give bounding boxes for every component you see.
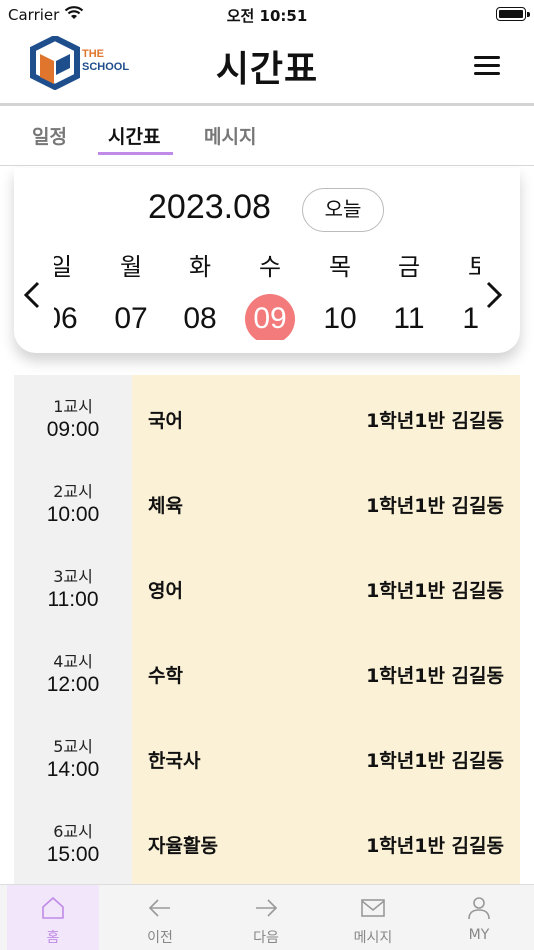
day-of-week: 월: [119, 253, 143, 281]
arrow-left-icon: [148, 899, 170, 917]
timetable-row[interactable]: 5교시 14:00 한국사 1학년1반 김길동: [14, 715, 520, 800]
day-strip: 일 06 월 07 화 08 수 09 목 10 금 11 토 12: [54, 250, 480, 340]
tab-schedule[interactable]: 일정: [32, 122, 67, 149]
day-tue[interactable]: 화 08: [170, 250, 230, 340]
period-label: 2교시: [53, 482, 93, 501]
chevron-right-icon[interactable]: [484, 280, 504, 310]
period-time: 15:00: [46, 843, 100, 866]
mail-icon: [361, 899, 385, 917]
timetable-row[interactable]: 4교시 12:00 수학 1학년1반 김길동: [14, 630, 520, 715]
timetable-row[interactable]: 6교시 15:00 자율활동 1학년1반 김길동: [14, 800, 520, 885]
month-label: 2023.08: [148, 188, 271, 226]
day-fri[interactable]: 금 11: [379, 250, 439, 340]
arrow-right-icon: [256, 899, 278, 917]
subject-name: 체육: [148, 495, 183, 517]
period-time: 11:00: [47, 588, 99, 611]
day-number: 10: [323, 302, 357, 335]
tabbar-prev[interactable]: 이전: [114, 885, 206, 950]
app-header: THE SCHOOL 시간표: [0, 28, 534, 104]
day-number: 12: [462, 302, 480, 335]
day-number: 07: [114, 302, 148, 335]
day-number-selected: 09: [245, 294, 295, 340]
tabbar-label: MY: [468, 927, 490, 943]
subject-name: 국어: [148, 410, 183, 432]
period-label: 6교시: [53, 822, 93, 841]
class-teacher: 1학년1반 김길동: [366, 665, 504, 687]
tab-active-indicator: [98, 152, 173, 155]
tabbar-messages[interactable]: 메시지: [327, 885, 419, 950]
period-time: 10:00: [46, 503, 100, 526]
period-time: 09:00: [46, 418, 100, 441]
page-title: 시간표: [215, 49, 319, 90]
day-sun[interactable]: 일 06: [54, 250, 91, 340]
subject-name: 수학: [148, 665, 183, 687]
period-label: 4교시: [53, 652, 93, 671]
tabbar-label: 다음: [253, 930, 279, 946]
class-teacher: 1학년1반 김길동: [366, 410, 504, 432]
day-mon[interactable]: 월 07: [101, 250, 161, 340]
period-time: 12:00: [46, 673, 100, 696]
tabbar-label: 이전: [147, 930, 173, 946]
day-number: 11: [393, 302, 425, 335]
person-icon: [468, 897, 490, 920]
timetable-row[interactable]: 1교시 09:00 국어 1학년1반 김길동: [14, 375, 520, 460]
tab-messages[interactable]: 메시지: [204, 122, 256, 149]
battery-icon: [496, 7, 530, 21]
tabbar-my[interactable]: MY: [433, 885, 525, 950]
day-number: 08: [183, 302, 217, 335]
day-thu[interactable]: 목 10: [310, 250, 370, 340]
day-wed-selected[interactable]: 수 09: [240, 250, 300, 340]
top-tabs: 일정 시간표 메시지: [0, 106, 534, 166]
week-calendar: 2023.08 오늘 일 06 월 07 화 08 수 09 목 10 금 11: [14, 168, 520, 353]
class-teacher: 1학년1반 김길동: [366, 750, 504, 772]
period-label: 5교시: [53, 737, 93, 756]
clock: 오전 10:51: [226, 7, 308, 25]
day-of-week: 수: [258, 253, 282, 281]
timetable-row[interactable]: 3교시 11:00 영어 1학년1반 김길동: [14, 545, 520, 630]
timetable-list: 1교시 09:00 국어 1학년1반 김길동 2교시 10:00 체육 1학년1…: [14, 375, 520, 885]
tabbar-label: 홈: [46, 930, 60, 946]
day-of-week: 토: [467, 253, 480, 281]
timetable-row[interactable]: 2교시 10:00 체육 1학년1반 김길동: [14, 460, 520, 545]
bottom-tab-bar: 홈 이전 다음 메시지 MY: [0, 884, 534, 950]
period-label: 3교시: [53, 567, 93, 586]
period-time: 14:00: [46, 758, 100, 781]
tab-timetable[interactable]: 시간표: [108, 122, 160, 149]
today-button[interactable]: 오늘: [302, 188, 384, 232]
status-bar: Carrier 오전 10:51: [0, 0, 534, 28]
subject-name: 영어: [148, 580, 183, 602]
tabbar-next[interactable]: 다음: [220, 885, 312, 950]
hamburger-menu-icon[interactable]: [474, 56, 500, 76]
day-of-week: 화: [188, 253, 212, 281]
home-icon: [42, 897, 64, 919]
day-of-week: 일: [54, 253, 73, 281]
day-of-week: 목: [328, 253, 352, 281]
class-teacher: 1학년1반 김길동: [366, 580, 504, 602]
chevron-left-icon[interactable]: [22, 280, 42, 310]
subject-name: 자율활동: [148, 835, 218, 857]
day-number: 06: [54, 302, 78, 335]
subject-name: 한국사: [148, 750, 201, 772]
period-label: 1교시: [53, 397, 93, 416]
class-teacher: 1학년1반 김길동: [366, 495, 504, 517]
day-sat[interactable]: 토 12: [449, 250, 480, 340]
tabbar-home[interactable]: 홈: [7, 885, 99, 950]
day-of-week: 금: [397, 253, 421, 281]
tabbar-label: 메시지: [353, 930, 393, 946]
class-teacher: 1학년1반 김길동: [366, 835, 504, 857]
